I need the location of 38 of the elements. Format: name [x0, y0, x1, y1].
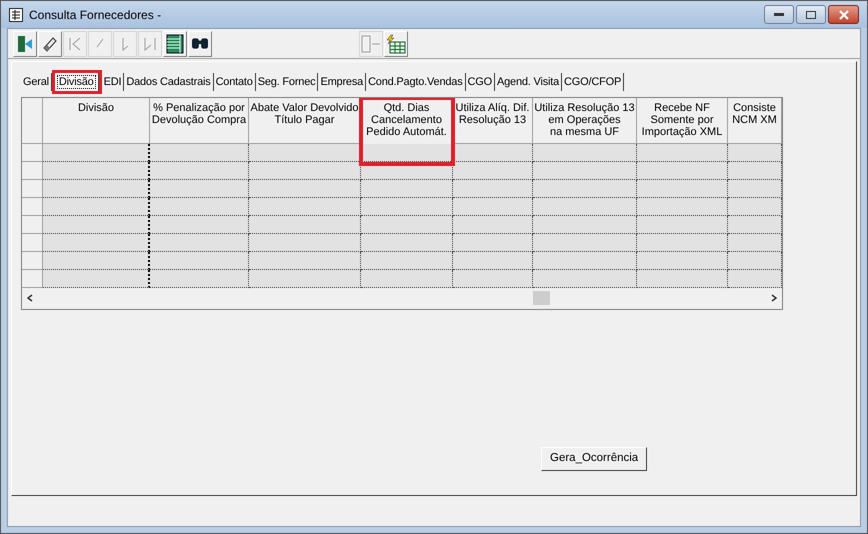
scroll-thumb[interactable] [533, 291, 550, 305]
tab[interactable]: EDI [102, 73, 124, 91]
binoculars-icon [192, 38, 208, 49]
scroll-left-icon [27, 294, 33, 302]
exit-door-icon [16, 34, 34, 52]
eraser-icon [41, 34, 59, 52]
maximize-icon [806, 10, 816, 18]
gera-ocorrencia-button[interactable]: Gera_Ocorrência [541, 447, 648, 471]
minimize-button[interactable] [764, 5, 794, 24]
window-title: Consulta Fornecedores - [29, 6, 162, 24]
tab[interactable]: Divisão [54, 73, 99, 91]
table-lightning-icon [385, 34, 407, 54]
scroll-right-icon [771, 294, 777, 302]
column-header: Qtd. Dias Cancelamento Pedido Automát. [361, 98, 453, 164]
form-icon [9, 8, 23, 22]
grid-icon [166, 34, 184, 54]
table-cell [728, 162, 782, 180]
table-cell [728, 216, 782, 234]
table-cell [728, 234, 782, 252]
tab[interactable]: Contato [214, 73, 256, 91]
tab[interactable]: Seg. Fornec [256, 73, 318, 91]
tab[interactable]: Empresa [318, 73, 366, 91]
table-cell [728, 252, 782, 270]
table-cell [728, 270, 782, 288]
table-cell [728, 144, 782, 162]
close-icon [838, 10, 850, 20]
tab[interactable]: Dados Cadastrais [124, 73, 214, 91]
tab[interactable]: Agend. Visita [495, 73, 562, 91]
tab[interactable]: CGO [466, 73, 495, 91]
table-cell [728, 198, 782, 216]
maximize-button[interactable] [796, 5, 826, 24]
close-button[interactable] [828, 5, 859, 24]
table-cell [728, 180, 782, 198]
minimize-icon [774, 12, 784, 16]
layout-icon [360, 34, 382, 54]
tab[interactable]: Cond.Pagto.Vendas [366, 73, 466, 91]
next-record-icon [122, 36, 128, 50]
tab[interactable]: CGO/CFOP [562, 73, 624, 91]
